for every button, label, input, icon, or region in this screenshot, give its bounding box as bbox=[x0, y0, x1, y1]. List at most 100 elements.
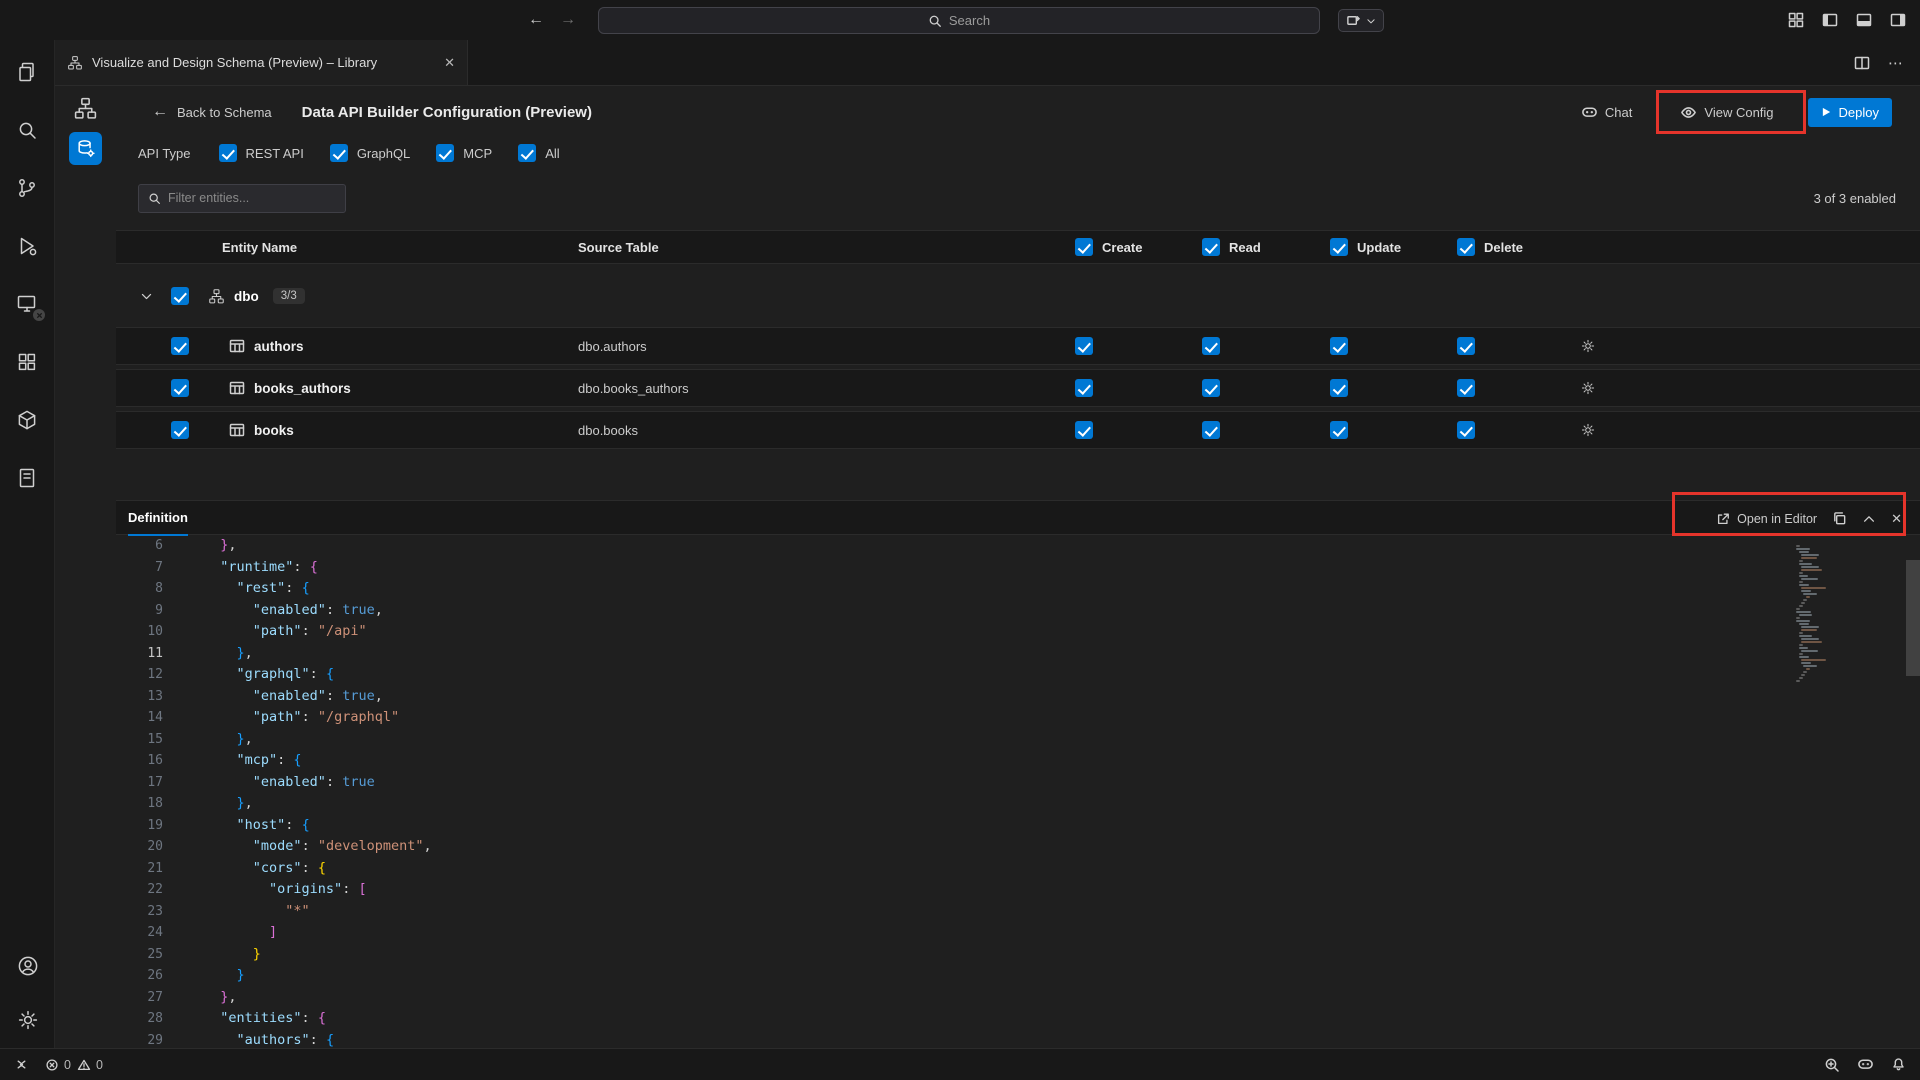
accounts-icon[interactable] bbox=[4, 944, 52, 988]
code-line[interactable]: 17 "enabled": true bbox=[116, 772, 1920, 794]
api-type-option[interactable]: GraphQL bbox=[330, 144, 410, 162]
row-read-checkbox[interactable] bbox=[1202, 379, 1220, 397]
problems-indicator[interactable]: 0 0 bbox=[45, 1058, 103, 1072]
api-type-option[interactable]: All bbox=[518, 144, 559, 162]
code-line[interactable]: 27 }, bbox=[116, 987, 1920, 1009]
source-control-icon[interactable] bbox=[3, 166, 51, 210]
filter-entities-field[interactable] bbox=[168, 191, 336, 205]
code-line[interactable]: 28 "entities": { bbox=[116, 1008, 1920, 1030]
remote-explorer-icon[interactable] bbox=[3, 282, 51, 326]
group-expand-chevron-icon[interactable] bbox=[116, 290, 171, 303]
search-icon[interactable] bbox=[3, 108, 51, 152]
checkbox-checked-icon[interactable] bbox=[330, 144, 348, 162]
tab-close-icon[interactable]: ✕ bbox=[444, 55, 455, 71]
open-in-editor-button[interactable]: Open in Editor bbox=[1716, 512, 1817, 526]
code-line[interactable]: 9 "enabled": true, bbox=[116, 600, 1920, 622]
row-create-checkbox[interactable] bbox=[1075, 421, 1093, 439]
code-line[interactable]: 11 }, bbox=[116, 643, 1920, 665]
row-update-checkbox[interactable] bbox=[1330, 337, 1348, 355]
editor-scrollbar[interactable] bbox=[1906, 535, 1920, 1048]
back-to-schema-button[interactable]: ← Back to Schema bbox=[152, 103, 272, 121]
split-editor-icon[interactable] bbox=[1854, 55, 1870, 71]
row-update-checkbox[interactable] bbox=[1330, 379, 1348, 397]
row-read-checkbox[interactable] bbox=[1202, 337, 1220, 355]
checkbox-checked-icon[interactable] bbox=[219, 144, 237, 162]
row-settings-gear-icon[interactable] bbox=[1570, 422, 1920, 438]
customize-layout-icon[interactable] bbox=[1788, 12, 1804, 28]
run-debug-icon[interactable] bbox=[3, 224, 51, 268]
definition-tab[interactable]: Definition bbox=[128, 501, 188, 536]
code-line[interactable]: 20 "mode": "development", bbox=[116, 836, 1920, 858]
minimap[interactable] bbox=[1794, 545, 1904, 683]
scrollbar-thumb[interactable] bbox=[1906, 560, 1920, 676]
row-update-checkbox[interactable] bbox=[1330, 421, 1348, 439]
library-icon[interactable] bbox=[3, 456, 51, 500]
row-delete-checkbox[interactable] bbox=[1457, 379, 1475, 397]
extensions-icon[interactable] bbox=[3, 340, 51, 384]
close-panel-icon[interactable]: ✕ bbox=[1891, 511, 1902, 527]
filter-entities-input[interactable] bbox=[138, 184, 346, 213]
chevron-up-icon[interactable] bbox=[1862, 512, 1876, 526]
chat-button[interactable]: Chat bbox=[1581, 104, 1632, 121]
command-center-search[interactable]: Search bbox=[598, 7, 1320, 34]
select-all-create-checkbox[interactable] bbox=[1075, 238, 1093, 256]
row-create-checkbox[interactable] bbox=[1075, 379, 1093, 397]
code-line[interactable]: 7 "runtime": { bbox=[116, 557, 1920, 579]
code-line[interactable]: 24 ] bbox=[116, 922, 1920, 944]
row-settings-gear-icon[interactable] bbox=[1570, 338, 1920, 354]
deploy-button[interactable]: Deploy bbox=[1808, 98, 1892, 127]
code-line[interactable]: 6 }, bbox=[116, 535, 1920, 557]
copy-icon[interactable] bbox=[1832, 511, 1847, 526]
row-read-checkbox[interactable] bbox=[1202, 421, 1220, 439]
copilot-status-icon[interactable] bbox=[1857, 1056, 1874, 1073]
row-select-checkbox[interactable] bbox=[171, 337, 189, 355]
code-line[interactable]: 12 "graphql": { bbox=[116, 664, 1920, 686]
database-project-icon[interactable] bbox=[3, 398, 51, 442]
api-type-option[interactable]: REST API bbox=[219, 144, 304, 162]
code-line[interactable]: 8 "rest": { bbox=[116, 578, 1920, 600]
checkbox-checked-icon[interactable] bbox=[518, 144, 536, 162]
row-select-checkbox[interactable] bbox=[171, 379, 189, 397]
settings-gear-icon[interactable] bbox=[4, 998, 52, 1042]
schema-group-row[interactable]: dbo 3/3 bbox=[116, 277, 1920, 315]
notifications-bell-icon[interactable] bbox=[1891, 1057, 1906, 1072]
explorer-icon[interactable] bbox=[3, 50, 51, 94]
select-all-update-checkbox[interactable] bbox=[1330, 238, 1348, 256]
tab-visualize-design-schema[interactable]: Visualize and Design Schema (Preview) – … bbox=[55, 40, 468, 85]
code-line[interactable]: 15 }, bbox=[116, 729, 1920, 751]
code-line[interactable]: 10 "path": "/api" bbox=[116, 621, 1920, 643]
row-settings-gear-icon[interactable] bbox=[1570, 380, 1920, 396]
code-line[interactable]: 26 } bbox=[116, 965, 1920, 987]
code-line[interactable]: 16 "mcp": { bbox=[116, 750, 1920, 772]
remote-indicator-icon[interactable] bbox=[14, 1057, 29, 1072]
group-select-checkbox[interactable] bbox=[171, 287, 189, 305]
schema-visualize-icon[interactable] bbox=[73, 96, 98, 121]
code-line[interactable]: 19 "host": { bbox=[116, 815, 1920, 837]
nav-back-icon[interactable]: ← bbox=[528, 11, 544, 29]
code-line[interactable]: 13 "enabled": true, bbox=[116, 686, 1920, 708]
code-line[interactable]: 14 "path": "/graphql" bbox=[116, 707, 1920, 729]
layout-dropdown-button[interactable] bbox=[1338, 9, 1384, 32]
toggle-primary-sidebar-icon[interactable] bbox=[1822, 12, 1838, 28]
code-line[interactable]: 21 "cors": { bbox=[116, 858, 1920, 880]
api-type-option[interactable]: MCP bbox=[436, 144, 492, 162]
code-line[interactable]: 23 "*" bbox=[116, 901, 1920, 923]
toggle-panel-icon[interactable] bbox=[1856, 12, 1872, 28]
nav-forward-icon[interactable]: → bbox=[560, 11, 576, 29]
data-api-builder-nav-active[interactable] bbox=[69, 132, 102, 165]
toggle-secondary-sidebar-icon[interactable] bbox=[1890, 12, 1906, 28]
checkbox-checked-icon[interactable] bbox=[436, 144, 454, 162]
code-line[interactable]: 22 "origins": [ bbox=[116, 879, 1920, 901]
editor-actions-more-icon[interactable]: ⋯ bbox=[1888, 54, 1904, 72]
row-create-checkbox[interactable] bbox=[1075, 337, 1093, 355]
code-line[interactable]: 25 } bbox=[116, 944, 1920, 966]
select-all-delete-checkbox[interactable] bbox=[1457, 238, 1475, 256]
code-line[interactable]: 18 }, bbox=[116, 793, 1920, 815]
row-delete-checkbox[interactable] bbox=[1457, 421, 1475, 439]
row-select-checkbox[interactable] bbox=[171, 421, 189, 439]
code-line[interactable]: 29 "authors": { bbox=[116, 1030, 1920, 1049]
zoom-icon[interactable] bbox=[1824, 1057, 1840, 1073]
view-config-button[interactable]: View Config bbox=[1670, 97, 1783, 128]
row-delete-checkbox[interactable] bbox=[1457, 337, 1475, 355]
select-all-read-checkbox[interactable] bbox=[1202, 238, 1220, 256]
